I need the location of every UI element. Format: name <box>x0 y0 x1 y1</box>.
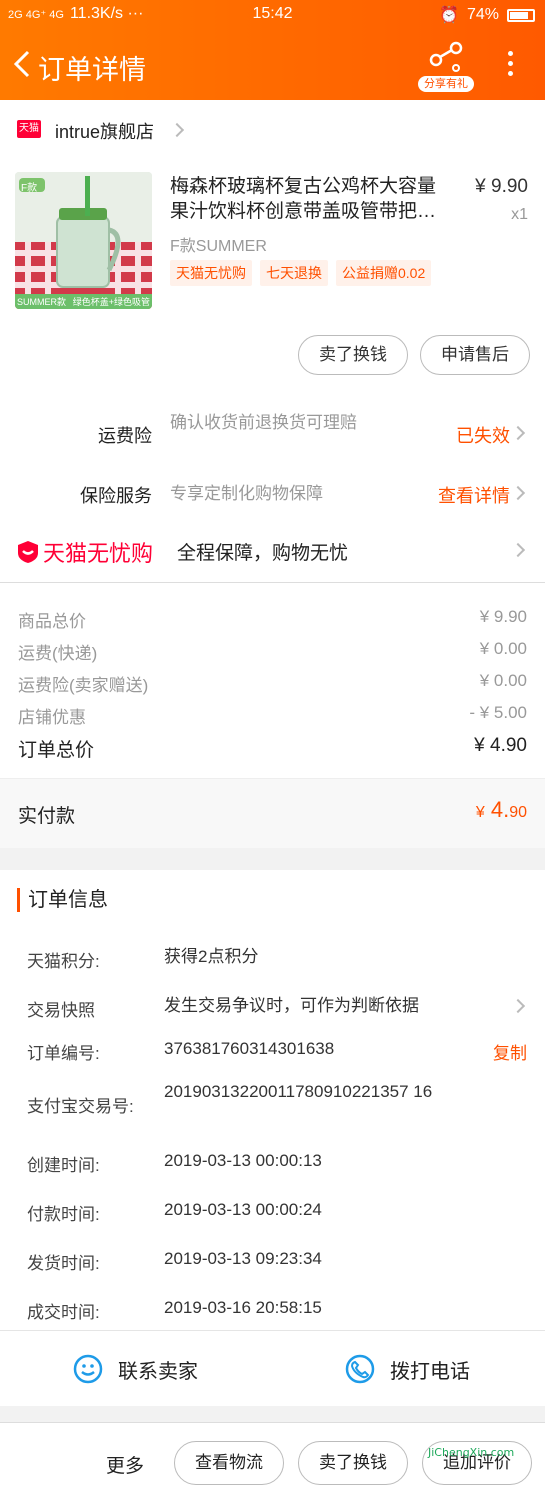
info-key: 成交时间: <box>27 1303 100 1322</box>
price-label: 店铺优惠 <box>18 708 86 727</box>
info-value: 2019-03-13 09:23:34 <box>164 1249 322 1268</box>
info-key: 订单编号: <box>27 1044 100 1063</box>
product-image[interactable]: F款 SUMMER款 绿色杯盖+绿色吸管 <box>15 172 152 309</box>
paid-amount-row: 实付款 ¥ 4.90 <box>0 778 545 848</box>
tmall-badge: 天猫 <box>17 120 41 138</box>
chevron-right-icon <box>510 998 526 1014</box>
image-caption-right: 绿色杯盖+绿色吸管 <box>72 297 150 307</box>
info-value: 2019-03-16 20:58:15 <box>164 1298 322 1317</box>
paid-label: 实付款 <box>18 806 76 827</box>
insurance-desc: 专享定制化购物保障 <box>170 484 323 503</box>
service-tags: 天猫无忧购 七天退换 公益捐赠0.02 <box>170 260 432 286</box>
chevron-right-icon <box>169 122 185 138</box>
battery-icon <box>507 8 535 22</box>
insurance-desc: 确认收货前退换货可理赔 <box>170 413 357 432</box>
service-tag: 公益捐赠0.02 <box>336 260 432 286</box>
watermark: JiChengXin.com <box>428 1446 515 1459</box>
price-value: - ¥ 5.00 <box>469 703 527 722</box>
clock: 15:42 <box>252 5 293 22</box>
info-value: 获得2点积分 <box>164 947 259 966</box>
service-tag: 天猫无忧购 <box>170 260 252 286</box>
contact-bar: 联系卖家 拨打电话 <box>0 1330 545 1406</box>
paid-value: ¥ 4.90 <box>475 797 527 822</box>
section-title: 订单信息 <box>17 888 108 912</box>
share-button[interactable]: 分享有礼 <box>418 38 474 94</box>
insurance-service-row[interactable]: 保险服务 专享定制化购物保障 查看详情 <box>0 480 545 510</box>
price-value: ¥ 0.00 <box>479 639 527 658</box>
shop-name: intrue旗舰店 <box>55 122 155 142</box>
order-number: 376381760314301638 <box>164 1039 335 1058</box>
chevron-right-icon <box>510 425 526 441</box>
info-value: 发生交易争议时，可作为判断依据 <box>164 996 419 1015</box>
price-value: ¥ 0.00 <box>479 671 527 690</box>
call-label: 拨打电话 <box>390 1360 470 1383</box>
order-info-section: 订单信息 天猫积分: 获得2点积分 交易快照 发生交易争议时，可作为判断依据 订… <box>0 870 545 1330</box>
more-button[interactable]: 更多 <box>106 1451 144 1478</box>
phone-icon <box>345 1354 375 1384</box>
info-key: 支付宝交易号: <box>27 1097 134 1116</box>
price-label: 订单总价 <box>18 740 95 761</box>
call-button[interactable]: 拨打电话 <box>344 1331 470 1407</box>
contact-seller-button[interactable]: 联系卖家 <box>72 1331 198 1407</box>
price-summary: 商品总价 ¥ 9.90 运费(快递) ¥ 0.00 运费险(卖家赠送) ¥ 0.… <box>0 582 545 780</box>
info-value: 2019-03-13 00:00:13 <box>164 1151 322 1170</box>
back-arrow-icon[interactable] <box>10 46 36 82</box>
copy-button[interactable]: 复制 <box>493 1039 527 1064</box>
status-bar: 2G 4G⁺ 4G 11.3K/s ··· 15:42 ⏰ 74% <box>0 0 545 30</box>
info-key: 天猫积分: <box>27 952 100 971</box>
product-quantity: x1 <box>511 206 528 223</box>
shipping-insurance-row[interactable]: 运费险 确认收货前退换货可理赔 已失效 <box>0 410 545 460</box>
after-sales-button[interactable]: 申请售后 <box>420 335 530 375</box>
image-caption-left: SUMMER款 <box>17 297 66 307</box>
info-value: 2019-03-13 00:00:24 <box>164 1200 322 1219</box>
info-key: 创建时间: <box>27 1156 100 1175</box>
price-value: ¥ 4.90 <box>474 735 527 756</box>
product-title[interactable]: 梅森杯玻璃杯复古公鸡杯大容量果汁饮料杯创意带盖吸管带把… <box>170 174 450 224</box>
wuyou-desc: 全程保障，购物无忧 <box>177 543 349 564</box>
resell-button[interactable]: 卖了换钱 <box>298 335 408 375</box>
wuyou-logo: 天猫无忧购 <box>17 536 153 568</box>
battery-percent: 74% <box>466 6 499 23</box>
order-total-row: 订单总价 ¥ 4.90 <box>18 735 527 762</box>
price-row: 商品总价 ¥ 9.90 <box>18 607 527 632</box>
price-row: 店铺优惠 - ¥ 5.00 <box>18 703 527 728</box>
page-title: 订单详情 <box>38 55 146 85</box>
insurance-label: 运费险 <box>98 426 152 446</box>
product-sku: F款SUMMER <box>170 238 267 255</box>
share-label: 分享有礼 <box>418 76 474 92</box>
info-key: 发货时间: <box>27 1254 100 1273</box>
price-row: 运费险(卖家赠送) ¥ 0.00 <box>18 671 527 696</box>
product-price: ¥ 9.90 <box>475 176 528 197</box>
view-logistics-button[interactable]: 查看物流 <box>174 1441 284 1485</box>
alipay-trade-number: 20190313220011780910221357 16 <box>164 1082 433 1101</box>
info-key: 交易快照 <box>27 1001 95 1020</box>
info-key: 付款时间: <box>27 1205 100 1224</box>
title-bar: 订单详情 分享有礼 <box>0 30 545 100</box>
insurance-detail-link: 查看详情 <box>438 486 510 506</box>
chat-smile-icon <box>73 1354 103 1384</box>
shop-row[interactable]: 天猫 intrue旗舰店 <box>0 100 545 160</box>
app-header: 2G 4G⁺ 4G 11.3K/s ··· 15:42 ⏰ 74% 订单详情 分… <box>0 0 545 100</box>
price-label: 商品总价 <box>18 612 86 631</box>
bottom-action-bar: 更多 查看物流 卖了换钱 追加评价 <box>0 1422 545 1500</box>
insurance-label: 保险服务 <box>80 486 152 506</box>
insurance-status: 已失效 <box>456 426 510 446</box>
service-tag: 七天退换 <box>260 260 328 286</box>
tmall-shield-icon <box>18 541 38 563</box>
contact-seller-label: 联系卖家 <box>118 1360 198 1383</box>
price-label: 运费(快递) <box>18 644 98 663</box>
price-value: ¥ 9.90 <box>479 607 527 626</box>
wuyou-text: 天猫无忧购 <box>43 541 154 566</box>
price-label: 运费险(卖家赠送) <box>18 676 149 695</box>
image-badge: F款 <box>21 183 38 194</box>
share-icon <box>429 41 463 72</box>
resell-bottom-button[interactable]: 卖了换钱 <box>298 1441 408 1485</box>
alarm-icon: ⏰ <box>439 7 459 24</box>
chevron-right-icon <box>510 485 526 501</box>
more-menu-icon[interactable] <box>500 46 520 82</box>
price-row: 运费(快递) ¥ 0.00 <box>18 639 527 664</box>
